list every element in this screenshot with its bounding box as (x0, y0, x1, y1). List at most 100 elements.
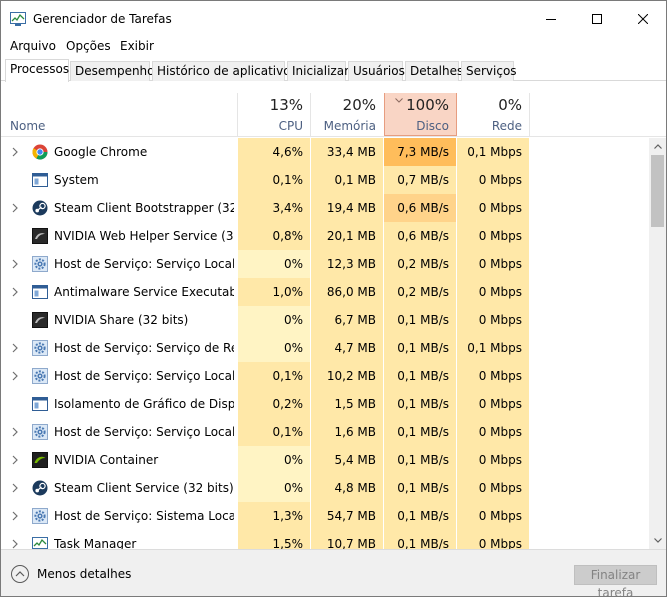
scroll-up-button[interactable] (649, 138, 666, 155)
column-disk[interactable]: 100% Disco (384, 93, 457, 136)
vertical-scrollbar[interactable] (649, 138, 666, 549)
chevron-right-icon[interactable] (11, 427, 19, 437)
menu-exibir[interactable]: Exibir (120, 39, 154, 53)
process-cpu: 1,0% (238, 278, 310, 306)
process-network: 0 Mbps (457, 278, 529, 306)
process-row[interactable]: Host de Serviço: Sistema Local (... 1,3%5… (1, 502, 649, 530)
minimize-button[interactable] (528, 1, 574, 37)
process-row[interactable]: System 0,1% 0,1 MB 0,7 MB/s 0 Mbps (1, 166, 649, 194)
process-network: 0 Mbps (457, 474, 529, 502)
process-row[interactable]: Isolamento de Gráfico de Dispo... 0,2% 1,5… (1, 390, 649, 418)
close-icon (638, 14, 648, 24)
process-row[interactable]: Google Chrome 4,6% 33,4 MB 7,3 MB/s 0,1 Mbps (1, 138, 649, 166)
column-cpu[interactable]: 13% CPU (238, 93, 310, 136)
tab-historico[interactable]: Histórico de aplicativos (152, 61, 297, 81)
process-cpu: 0% (238, 250, 310, 278)
tab-processos[interactable]: Processos (5, 59, 69, 82)
process-disk: 0,1 MB/s (384, 530, 456, 549)
footer-bar: Menos detalhes Finalizar tarefa (1, 549, 666, 596)
scroll-thumb[interactable] (651, 155, 664, 227)
process-network: 0 Mbps (457, 362, 529, 390)
gear-icon (32, 368, 48, 384)
chevron-right-icon[interactable] (11, 287, 19, 297)
process-name: Host de Serviço: Sistema Local (... (54, 509, 234, 523)
tab-usuarios[interactable]: Usuários (348, 61, 405, 81)
column-name-label: Nome (10, 119, 46, 133)
process-memory: 12,3 MB (311, 250, 383, 278)
process-row[interactable]: Host de Serviço: Serviço de Red... 0%4,7 … (1, 334, 649, 362)
process-cpu: 0,2% (238, 390, 310, 418)
network-label: Rede (491, 119, 522, 133)
column-divider[interactable] (529, 93, 530, 136)
process-cpu: 0,1% (238, 418, 310, 446)
process-disk: 0,6 MB/s (384, 222, 456, 250)
window-title: Gerenciador de Tarefas (33, 12, 172, 26)
process-network: 0 Mbps (457, 306, 529, 334)
maximize-button[interactable] (574, 1, 620, 37)
less-details-link[interactable]: Menos detalhes (37, 567, 131, 581)
process-disk: 0,7 MB/s (384, 166, 456, 194)
column-memory[interactable]: 20% Memória (311, 93, 383, 136)
process-name: Host de Serviço: Serviço de Red... (54, 341, 234, 355)
process-row[interactable]: Host de Serviço: Serviço Local (... 0%12,… (1, 250, 649, 278)
tab-servicos[interactable]: Serviços (461, 61, 517, 81)
process-memory: 1,6 MB (311, 418, 383, 446)
process-disk: 0,2 MB/s (384, 250, 456, 278)
tab-desempenho[interactable]: Desempenho (70, 61, 155, 81)
tab-detalhes[interactable]: Detalhes (405, 61, 463, 81)
process-memory: 0,1 MB (311, 166, 383, 194)
chevron-right-icon[interactable] (11, 343, 19, 353)
chevron-right-icon[interactable] (11, 203, 19, 213)
minimize-icon (546, 19, 556, 20)
tab-strip: Processos Desempenho Histórico de aplica… (1, 59, 666, 82)
process-memory: 10,2 MB (311, 362, 383, 390)
column-header: Nome 13% CPU 20% Memória 100% Disco 0% R… (1, 93, 666, 137)
chevron-up-circle-icon[interactable] (10, 564, 30, 584)
process-row[interactable]: NVIDIA Share (32 bits) 0% 6,7 MB 0,1 MB/s 0 … (1, 306, 649, 334)
process-row[interactable]: Task Manager 1,5% 10,7 MB 0,1 MB/s 0 Mbps (1, 530, 649, 549)
network-total: 0% (498, 96, 522, 114)
process-row[interactable]: Host de Serviço: Serviço Local (... 0,1%1… (1, 362, 649, 390)
sort-descending-icon (395, 98, 403, 103)
chevron-right-icon[interactable] (11, 539, 19, 549)
process-row[interactable]: Host de Serviço: Serviço Local (... 0,1%1… (1, 418, 649, 446)
process-network: 0 Mbps (457, 390, 529, 418)
process-disk: 0,1 MB/s (384, 390, 456, 418)
process-name: System (54, 173, 99, 187)
title-bar[interactable]: Gerenciador de Tarefas (1, 1, 666, 37)
menu-arquivo[interactable]: Arquivo (10, 39, 56, 53)
menu-bar: Arquivo Opções Exibir (1, 37, 666, 57)
process-disk: 0,1 MB/s (384, 362, 456, 390)
chevron-right-icon[interactable] (11, 147, 19, 157)
process-cpu: 0% (238, 474, 310, 502)
process-row[interactable]: NVIDIA Web Helper Service (32 ... 0,8%20,… (1, 222, 649, 250)
process-network: 0 Mbps (457, 418, 529, 446)
menu-opcoes[interactable]: Opções (66, 39, 111, 53)
process-network: 0,1 Mbps (457, 138, 529, 166)
process-network: 0 Mbps (457, 446, 529, 474)
process-memory: 4,7 MB (311, 334, 383, 362)
process-name: Host de Serviço: Serviço Local (... (54, 369, 234, 383)
process-row[interactable]: Antimalware Service Executable 1,0% 86,0 M… (1, 278, 649, 306)
chevron-right-icon[interactable] (11, 371, 19, 381)
chevron-right-icon[interactable] (11, 455, 19, 465)
chevron-right-icon[interactable] (11, 259, 19, 269)
chevron-right-icon[interactable] (11, 511, 19, 521)
process-row[interactable]: NVIDIA Container 0% 5,4 MB 0,1 MB/s 0 Mbps (1, 446, 649, 474)
scroll-down-button[interactable] (649, 532, 666, 549)
process-cpu: 0,1% (238, 362, 310, 390)
process-memory: 1,5 MB (311, 390, 383, 418)
chevron-right-icon[interactable] (11, 483, 19, 493)
tab-inicializar[interactable]: Inicializar (287, 61, 349, 81)
column-name[interactable]: Nome (1, 93, 237, 136)
cpu-total: 13% (269, 96, 303, 114)
process-name: Antimalware Service Executable (54, 285, 234, 299)
memory-label: Memória (323, 119, 376, 133)
process-cpu: 0% (238, 446, 310, 474)
column-network[interactable]: 0% Rede (457, 93, 529, 136)
end-task-button[interactable]: Finalizar tarefa (574, 565, 657, 596)
process-row[interactable]: Steam Client Bootstrapper (32 b... 3,4%19… (1, 194, 649, 222)
process-row[interactable]: Steam Client Service (32 bits) 0% 4,8 MB 0,… (1, 474, 649, 502)
process-list: Google Chrome 4,6% 33,4 MB 7,3 MB/s 0,1 Mbps… (1, 138, 649, 549)
close-button[interactable] (620, 1, 666, 37)
